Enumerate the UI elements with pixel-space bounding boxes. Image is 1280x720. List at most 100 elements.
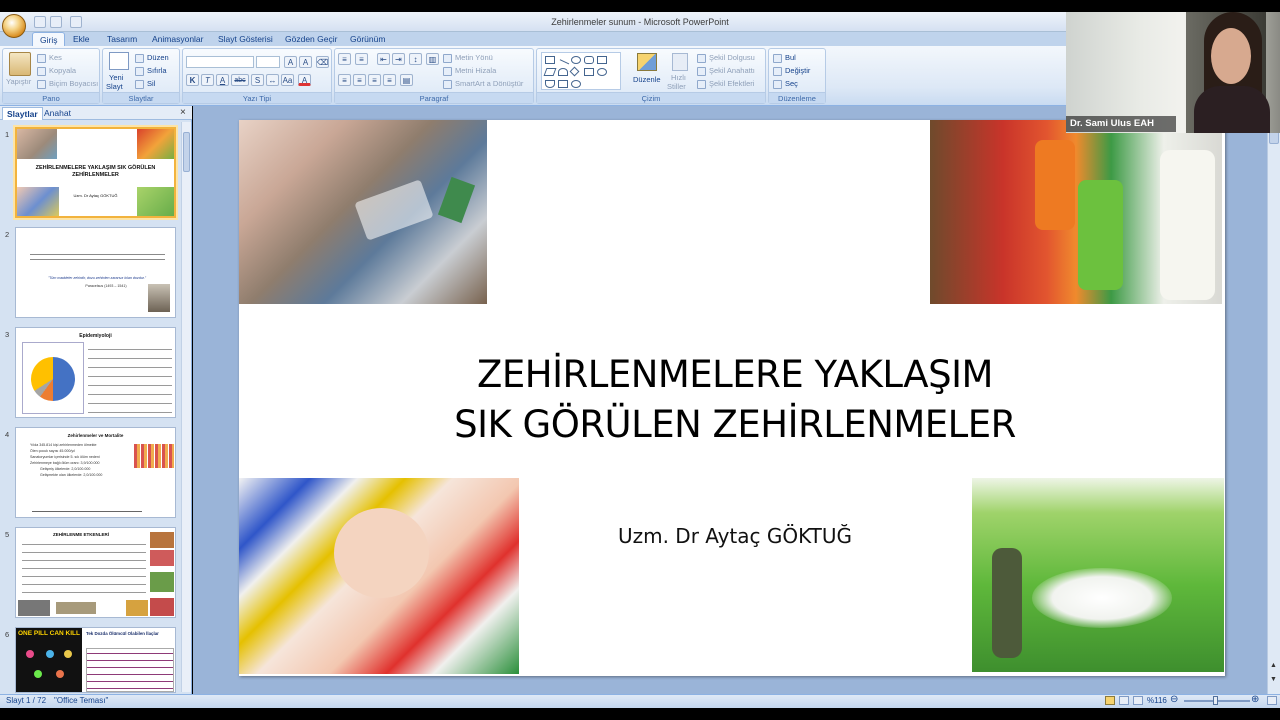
select-button[interactable]: Seç xyxy=(785,79,798,88)
slide-vertical-scrollbar[interactable]: ▲ ▼ xyxy=(1267,106,1280,694)
bullets-icon[interactable]: ≡ xyxy=(338,53,351,65)
oval-shape-icon[interactable] xyxy=(571,56,581,64)
slide-sorter-icon[interactable] xyxy=(1119,696,1129,705)
new-slide-icon[interactable] xyxy=(109,52,129,70)
diamond-shape-icon[interactable] xyxy=(569,66,580,77)
slide-thumbnail-5[interactable]: ZEHİRLENME ETKENLERİ xyxy=(15,527,176,618)
tab-anahat[interactable]: Anahat xyxy=(40,107,75,120)
copy-button[interactable]: Kopyala xyxy=(49,66,76,75)
char-spacing-icon[interactable]: ↔ xyxy=(266,74,279,86)
align-center-icon[interactable]: ≡ xyxy=(353,74,366,86)
find-button[interactable]: Bul xyxy=(785,53,796,62)
replace-button[interactable]: Değiştir xyxy=(785,66,810,75)
columns-icon[interactable]: ▥ xyxy=(426,53,439,65)
tab-ekle[interactable]: Ekle xyxy=(66,32,97,46)
shape-outline-icon xyxy=(697,66,706,76)
slide-thumbnail-6[interactable]: ONE PILL CAN KILL Tek Dozda Ölümcül Olab… xyxy=(15,627,176,693)
font-name-combo[interactable] xyxy=(186,56,254,68)
delete-button[interactable]: Sil xyxy=(147,79,155,88)
bold-button[interactable]: K xyxy=(186,74,199,86)
tab-gozden-gecir[interactable]: Gözden Geçir xyxy=(278,32,344,46)
star-shape-icon[interactable] xyxy=(571,80,581,88)
underline-button[interactable]: A xyxy=(216,74,229,86)
shadow-button[interactable]: S xyxy=(251,74,264,86)
photo-child-with-detergents[interactable] xyxy=(930,120,1222,304)
reset-button[interactable]: Sıfırla xyxy=(147,66,167,75)
strikethrough-button[interactable]: abc xyxy=(231,74,249,86)
numbering-icon[interactable]: ≡ xyxy=(355,53,368,65)
paste-icon[interactable] xyxy=(9,52,31,76)
align-right-icon[interactable]: ≡ xyxy=(368,74,381,86)
normal-view-icon[interactable] xyxy=(1105,696,1115,705)
tab-giris[interactable]: Giriş xyxy=(32,32,66,46)
change-case-icon[interactable]: Aa xyxy=(281,74,294,86)
bracket-shape-icon[interactable] xyxy=(558,80,568,88)
zoom-slider-thumb[interactable] xyxy=(1213,696,1218,705)
decrease-indent-icon[interactable]: ⇤ xyxy=(377,53,390,65)
slideshow-view-icon[interactable] xyxy=(1133,696,1143,705)
format-painter-button[interactable]: Biçim Boyacısı xyxy=(49,79,98,88)
photo-pesticide-spraying[interactable] xyxy=(972,478,1224,672)
photo-baby-with-paint[interactable] xyxy=(239,478,519,674)
arc-shape-icon[interactable] xyxy=(558,68,568,76)
slide-title[interactable]: ZEHİRLENMELERE YAKLAŞIM SIK GÖRÜLEN ZEHİ… xyxy=(400,350,1070,450)
slide-thumbnail-4[interactable]: Zehirlenmeler ve Mortalite Yılda 345.814… xyxy=(15,427,176,518)
shapes-gallery[interactable] xyxy=(541,52,621,90)
tab-slaytlar[interactable]: Slaytlar xyxy=(2,107,43,120)
tab-animasyonlar[interactable]: Animasyonlar xyxy=(145,32,211,46)
new-slide-label-2[interactable]: Slayt xyxy=(106,81,123,92)
zoom-level[interactable]: %116 xyxy=(1147,696,1167,705)
thumb6-title: Tek Dozda Ölümcül Olabilen İlaçlar xyxy=(86,631,159,636)
arrow-shape-icon[interactable] xyxy=(584,68,594,76)
thumb3-chart-box xyxy=(22,342,84,414)
slide-thumbnail-3[interactable]: Epidemiyoloji xyxy=(15,327,176,418)
rounded-rect-shape-icon[interactable] xyxy=(584,56,594,64)
align-left-icon[interactable]: ≡ xyxy=(338,74,351,86)
close-pane-icon[interactable]: × xyxy=(180,107,186,118)
grow-font-icon[interactable]: A xyxy=(284,56,297,68)
line-spacing-icon[interactable]: ↕ xyxy=(409,53,422,65)
text-direction-button[interactable]: Metin Yönü xyxy=(455,53,493,62)
tab-slayt-gosterisi[interactable]: Slayt Gösterisi xyxy=(211,32,280,46)
next-slide-icon[interactable]: ▼ xyxy=(1270,676,1277,683)
quick-styles-icon[interactable] xyxy=(672,53,688,71)
shape-fill-button[interactable]: Şekil Dolgusu xyxy=(709,53,755,62)
photo-child-with-pills[interactable] xyxy=(239,120,487,304)
office-button[interactable] xyxy=(2,14,26,38)
slides-pane-scrollbar[interactable] xyxy=(181,122,191,692)
group-paragraf: ≡ ≡ ⇤ ⇥ ↕ ▥ ≡ ≡ ≡ ≡ ▤ Metin Yönü Metni H… xyxy=(334,48,534,104)
zoom-out-icon[interactable]: ⊖ xyxy=(1170,694,1178,705)
prev-slide-icon[interactable]: ▲ xyxy=(1270,662,1277,669)
textbox-shape-icon[interactable] xyxy=(597,56,607,64)
quick-styles-label-2[interactable]: Stiller xyxy=(667,81,686,92)
shape-outline-button[interactable]: Şekil Anahattı xyxy=(709,66,755,75)
shrink-font-icon[interactable]: A xyxy=(299,56,312,68)
justify-icon[interactable]: ≡ xyxy=(383,74,396,86)
parallelogram-shape-icon[interactable] xyxy=(543,68,557,76)
arrange-button[interactable]: Düzenle xyxy=(633,74,661,85)
layout-button[interactable]: Düzen xyxy=(147,53,169,62)
italic-button[interactable]: T xyxy=(201,74,214,86)
cut-button[interactable]: Kes xyxy=(49,53,62,62)
arrange-icon[interactable] xyxy=(637,53,657,71)
distribute-icon[interactable]: ▤ xyxy=(400,74,413,86)
slide-author[interactable]: Uzm. Dr Aytaç GÖKTUĞ xyxy=(580,524,890,548)
font-size-combo[interactable] xyxy=(256,56,280,68)
tab-tasarim[interactable]: Tasarım xyxy=(100,32,144,46)
slide-thumbnail-2[interactable]: "Tüm maddeler zehirdir, dozu zehirden za… xyxy=(15,227,176,318)
tab-gorunum[interactable]: Görünüm xyxy=(343,32,392,46)
curve-shape-icon[interactable] xyxy=(545,80,555,88)
shape-effects-button[interactable]: Şekil Efektleri xyxy=(709,79,754,88)
increase-indent-icon[interactable]: ⇥ xyxy=(392,53,405,65)
zoom-in-icon[interactable]: ⊕ xyxy=(1251,694,1259,705)
clear-format-icon[interactable]: ⌫ xyxy=(316,56,329,68)
smartart-button[interactable]: SmartArt a Dönüştür xyxy=(455,79,523,88)
font-color-icon[interactable]: A xyxy=(298,74,311,86)
rectangle-shape-icon[interactable] xyxy=(545,56,555,64)
paste-button[interactable]: Yapıştır xyxy=(6,76,31,87)
smiley-shape-icon[interactable] xyxy=(597,68,607,76)
align-text-button[interactable]: Metni Hizala xyxy=(455,66,496,75)
fit-to-window-icon[interactable] xyxy=(1267,696,1277,705)
slide-thumbnail-1[interactable]: ZEHİRLENMELERE YAKLAŞIM SIK GÖRÜLEN ZEHİ… xyxy=(15,127,176,218)
slides-pane-scroll-thumb[interactable] xyxy=(183,132,190,172)
